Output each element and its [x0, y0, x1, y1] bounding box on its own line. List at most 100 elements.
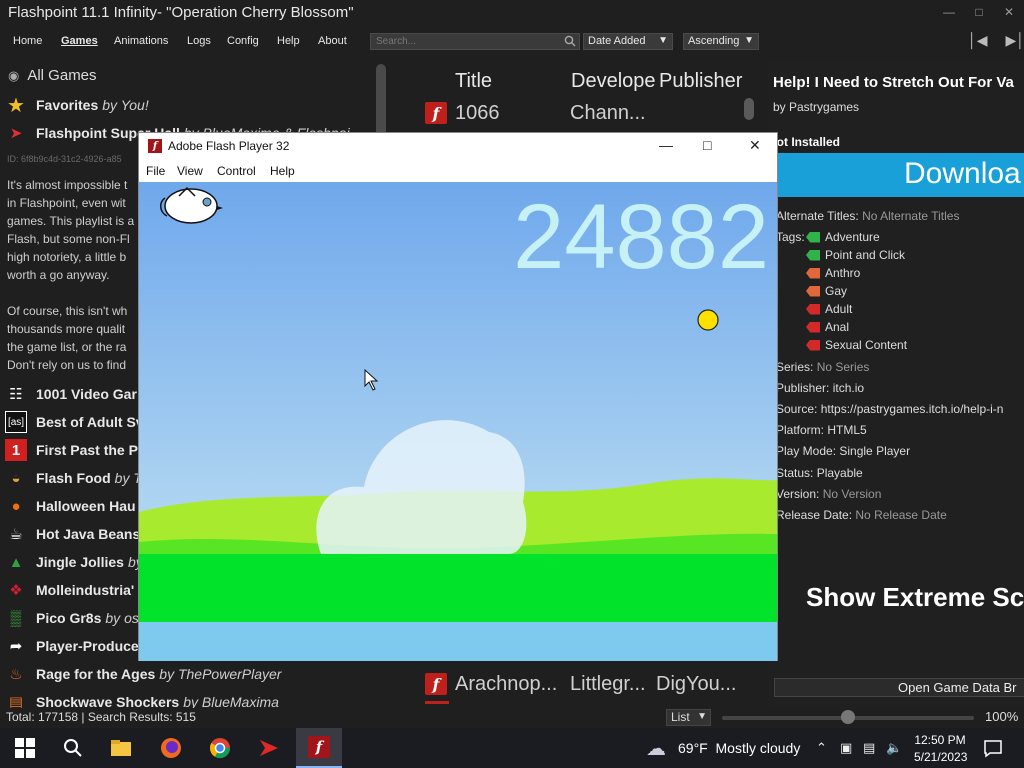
- flash-titlebar: f Adobe Flash Player 32 — □ ✕: [139, 133, 777, 159]
- all-games-item[interactable]: ◉ All Games: [8, 67, 97, 84]
- file-explorer-icon[interactable]: [109, 736, 133, 760]
- platform-row: Platform: HTML5: [776, 423, 867, 437]
- sort-order-dropdown[interactable]: Ascending ▼: [683, 33, 759, 50]
- flash-player-taskbar-button[interactable]: f: [296, 728, 342, 768]
- tag-name: Sexual Content: [825, 338, 908, 352]
- close-icon[interactable]: ✕: [994, 0, 1024, 24]
- open-game-data-button[interactable]: Open Game Data Br: [774, 678, 1024, 697]
- game-developer: Chann...: [570, 101, 646, 124]
- menu-games[interactable]: Games: [61, 35, 98, 47]
- alternate-titles-row: Alternate Titles: No Alternate Titles: [776, 209, 960, 223]
- playlist-name: First Past the Po: [36, 442, 147, 458]
- star-icon: ★: [7, 94, 25, 117]
- description-line: Of course, this isn't wh: [7, 304, 128, 318]
- flash-menu-control[interactable]: Control: [217, 164, 256, 178]
- search-input[interactable]: Search...: [370, 33, 580, 50]
- close-icon[interactable]: ✕: [749, 137, 761, 154]
- launcher-title: Flashpoint 11.1 Infinity- "Operation Che…: [8, 4, 354, 21]
- tag-item[interactable]: Gay: [806, 284, 847, 298]
- column-publisher[interactable]: Publisher: [659, 70, 745, 93]
- tree-icon: ▲: [8, 553, 24, 571]
- menu-help[interactable]: Help: [277, 35, 300, 47]
- menu-animations[interactable]: Animations: [114, 35, 168, 47]
- sidebar-toggle-right-icon[interactable]: ▶│: [1006, 32, 1024, 49]
- score-display: 24882: [513, 186, 769, 288]
- chevron-down-icon: ▼: [658, 35, 668, 46]
- description-line: thousands more qualit: [7, 322, 126, 336]
- tag-icon: [806, 285, 820, 297]
- tag-item[interactable]: Point and Click: [806, 248, 905, 262]
- as-icon: [as]: [5, 411, 27, 433]
- tag-item[interactable]: Adult: [806, 302, 852, 316]
- game-publisher: DigYou...: [656, 672, 737, 695]
- show-extreme-screenshots[interactable]: Show Extreme Sc: [806, 582, 1024, 613]
- chevron-up-icon[interactable]: ⌃: [816, 740, 827, 756]
- playlist-name: Jingle Jollies: [36, 554, 124, 570]
- cloud-weather-icon: ☁: [646, 738, 666, 760]
- sidebar-toggle-left-icon[interactable]: │◀: [968, 32, 988, 49]
- firefox-icon[interactable]: [159, 736, 183, 760]
- description-line: Flash, but some non-Fl: [7, 232, 130, 246]
- series-row: Series: No Series: [776, 360, 870, 374]
- playlist-item[interactable]: ▤ Shockwave Shockers by BlueMaxima: [0, 688, 380, 708]
- invader-icon: ☷: [9, 386, 23, 403]
- tag-icon: [806, 231, 820, 243]
- view-mode-dropdown[interactable]: List ▼: [666, 709, 711, 726]
- menu-about[interactable]: About: [318, 35, 347, 47]
- chrome-icon[interactable]: [208, 736, 232, 760]
- playlist-name: Pico Gr8s: [36, 610, 102, 626]
- game-row[interactable]: f 1066 Chann...: [425, 98, 646, 128]
- windows-taskbar: f ☁ 69°F Mostly cloudy ⌃ ▣ ▤ 🔈 12:50 PM …: [0, 728, 1024, 768]
- description-line: in Flashpoint, even wit: [7, 196, 126, 210]
- windows-start-icon[interactable]: [13, 736, 37, 760]
- column-title[interactable]: Title: [455, 70, 492, 93]
- menu-logs[interactable]: Logs: [187, 35, 211, 47]
- playlist-item[interactable]: ♨ Rage for the Ages by ThePowerPlayer: [0, 660, 380, 688]
- flash-window-title: Adobe Flash Player 32: [168, 139, 290, 153]
- playlist-author: by ThePowerPlayer: [159, 666, 282, 682]
- minimize-icon[interactable]: —: [659, 137, 673, 153]
- volume-muted-icon[interactable]: 🔈: [886, 740, 902, 756]
- share-icon: ➦: [9, 638, 23, 655]
- playlist-name: Best of Adult Sv: [36, 414, 144, 430]
- tag-icon: [806, 249, 820, 261]
- game-row[interactable]: f Arachnop... Littlegr... DigYou...: [425, 669, 736, 699]
- maximize-icon[interactable]: □: [703, 137, 711, 153]
- tag-item[interactable]: Adventure: [806, 230, 880, 244]
- game-stage[interactable]: 24882: [139, 182, 777, 661]
- download-button[interactable]: Downloa: [776, 153, 1024, 197]
- description-line: games. This playlist is a: [7, 214, 135, 228]
- tag-item[interactable]: Sexual Content: [806, 338, 907, 352]
- playlist-favorites[interactable]: ★ Favorites by You!: [0, 91, 380, 119]
- sort-by-dropdown[interactable]: Date Added ▼: [583, 33, 673, 50]
- install-status: Not Installed: [768, 135, 841, 149]
- clock-date: 5/21/2023: [914, 750, 968, 764]
- column-developer[interactable]: Develope: [571, 70, 659, 93]
- source-row: Source: https://pastrygames.itch.io/help…: [776, 402, 1004, 416]
- flashpoint-taskbar-icon[interactable]: [257, 736, 281, 760]
- menu-home[interactable]: Home: [13, 35, 42, 47]
- notification-icon[interactable]: [981, 736, 1005, 760]
- weather-widget[interactable]: 69°F Mostly cloudy: [678, 740, 800, 756]
- burger-icon: ◒: [11, 469, 21, 487]
- eye-icon: ◉: [8, 67, 20, 83]
- network-icon[interactable]: ▤: [863, 740, 875, 756]
- playlist-author: by You!: [102, 97, 149, 113]
- zoom-slider-thumb[interactable]: [841, 710, 855, 724]
- tag-item[interactable]: Anthro: [806, 266, 860, 280]
- flash-menu-view[interactable]: View: [177, 164, 203, 178]
- flame-icon: ♨: [9, 666, 23, 683]
- flash-menu-help[interactable]: Help: [270, 164, 295, 178]
- search-icon[interactable]: [564, 35, 576, 47]
- minimize-icon[interactable]: —: [934, 0, 964, 24]
- gamelist-scrollbar[interactable]: [744, 98, 754, 120]
- tag-name: Point and Click: [825, 248, 906, 262]
- search-icon[interactable]: [61, 736, 85, 760]
- tag-icon: [806, 267, 820, 279]
- maximize-icon[interactable]: □: [964, 0, 994, 24]
- system-clock[interactable]: 12:50 PM 5/21/2023: [914, 732, 968, 766]
- tray-app-icon[interactable]: ▣: [840, 740, 852, 756]
- flash-menu-file[interactable]: File: [146, 164, 165, 178]
- tag-item[interactable]: Anal: [806, 320, 849, 334]
- menu-config[interactable]: Config: [227, 35, 259, 47]
